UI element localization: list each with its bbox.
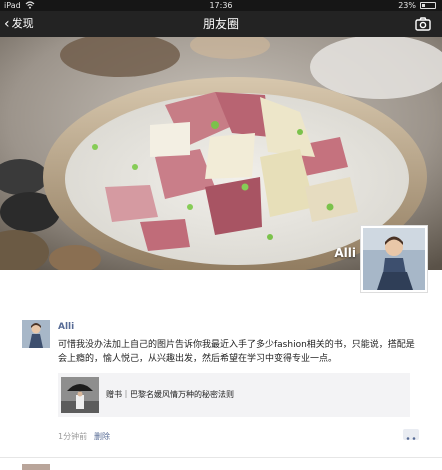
next-post-avatar[interactable] [22, 464, 50, 470]
shared-link-card[interactable]: 赠书｜巴黎名媛风情万种的秘密法则 [58, 373, 410, 417]
battery-percent: 23% [398, 1, 416, 10]
avatar-image [363, 228, 425, 290]
camera-icon[interactable] [414, 15, 432, 33]
post-author-name[interactable]: Alli [58, 322, 74, 332]
umbrella-image [61, 377, 99, 413]
nav-bar: ‹ 发现 朋友圈 [0, 11, 442, 37]
delete-button[interactable]: 删除 [94, 431, 110, 442]
post-timestamp: 1分钟前 [58, 432, 88, 441]
post-text: 可惜我没办法加上自己的图片告诉你我最近入手了多少fashion相关的书，只能说，… [58, 340, 415, 364]
battery-icon [420, 2, 436, 9]
cover-user-name: Alli [334, 246, 356, 260]
link-thumbnail [61, 377, 99, 413]
profile-avatar[interactable] [360, 225, 428, 293]
divider [0, 457, 442, 458]
status-time: 17:36 [209, 1, 233, 10]
avatar-image [22, 320, 50, 348]
page-title: 朋友圈 [202, 17, 239, 31]
comment-icon[interactable] [403, 429, 419, 440]
status-bar: iPad 17:36 23% [0, 0, 442, 11]
post-avatar[interactable] [22, 320, 50, 348]
link-title: 赠书｜巴黎名媛风情万种的秘密法则 [106, 390, 234, 399]
